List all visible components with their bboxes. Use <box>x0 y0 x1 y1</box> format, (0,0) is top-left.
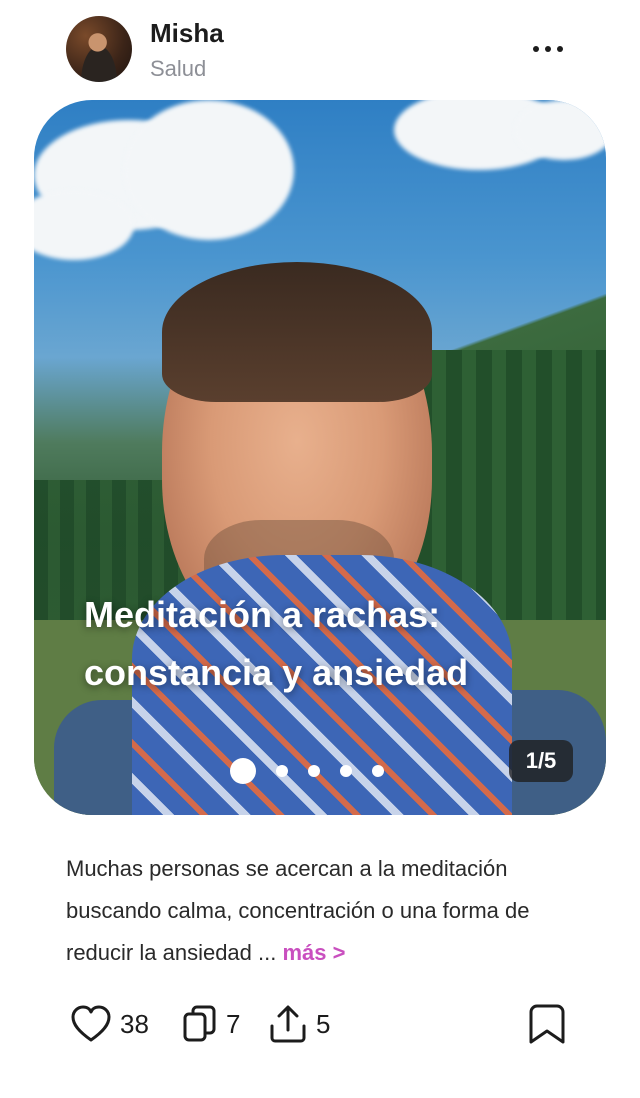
author-name[interactable]: Misha <box>150 18 224 49</box>
post-title: Meditación a rachas: constancia y ansied… <box>84 594 469 693</box>
carousel-pager <box>230 758 384 784</box>
read-more-link[interactable]: más > <box>282 940 345 965</box>
copy-stack-icon <box>183 1005 216 1042</box>
more-dot <box>545 46 551 52</box>
more-dot <box>557 46 563 52</box>
slide-counter: 1/5 <box>509 740 573 782</box>
post-header: Misha Salud <box>0 0 640 100</box>
post-category[interactable]: Salud <box>150 56 206 82</box>
pager-dot[interactable] <box>308 765 320 777</box>
pager-dot[interactable] <box>340 765 352 777</box>
share-button[interactable]: 5 <box>268 996 330 1052</box>
avatar[interactable] <box>66 16 132 82</box>
action-bar: 38 7 5 <box>0 996 640 1052</box>
pager-dot-active[interactable] <box>230 758 256 784</box>
pager-dot[interactable] <box>276 765 288 777</box>
heart-icon <box>71 1005 111 1042</box>
share-count: 5 <box>316 1008 331 1039</box>
like-count: 38 <box>120 1008 149 1039</box>
bookmark-icon <box>529 1004 565 1044</box>
post-image-carousel[interactable]: Meditación a rachas: constancia y ansied… <box>34 100 606 815</box>
pager-dot[interactable] <box>372 765 384 777</box>
more-horizontal-icon <box>533 46 539 52</box>
post-description: Muchas personas se acercan a la meditaci… <box>66 848 586 974</box>
share-upload-icon <box>270 1005 306 1043</box>
repost-button[interactable]: 7 <box>182 996 240 1052</box>
repost-count: 7 <box>226 1008 241 1039</box>
save-button[interactable] <box>528 996 566 1052</box>
like-button[interactable]: 38 <box>70 996 149 1052</box>
more-options-button[interactable] <box>524 32 572 66</box>
